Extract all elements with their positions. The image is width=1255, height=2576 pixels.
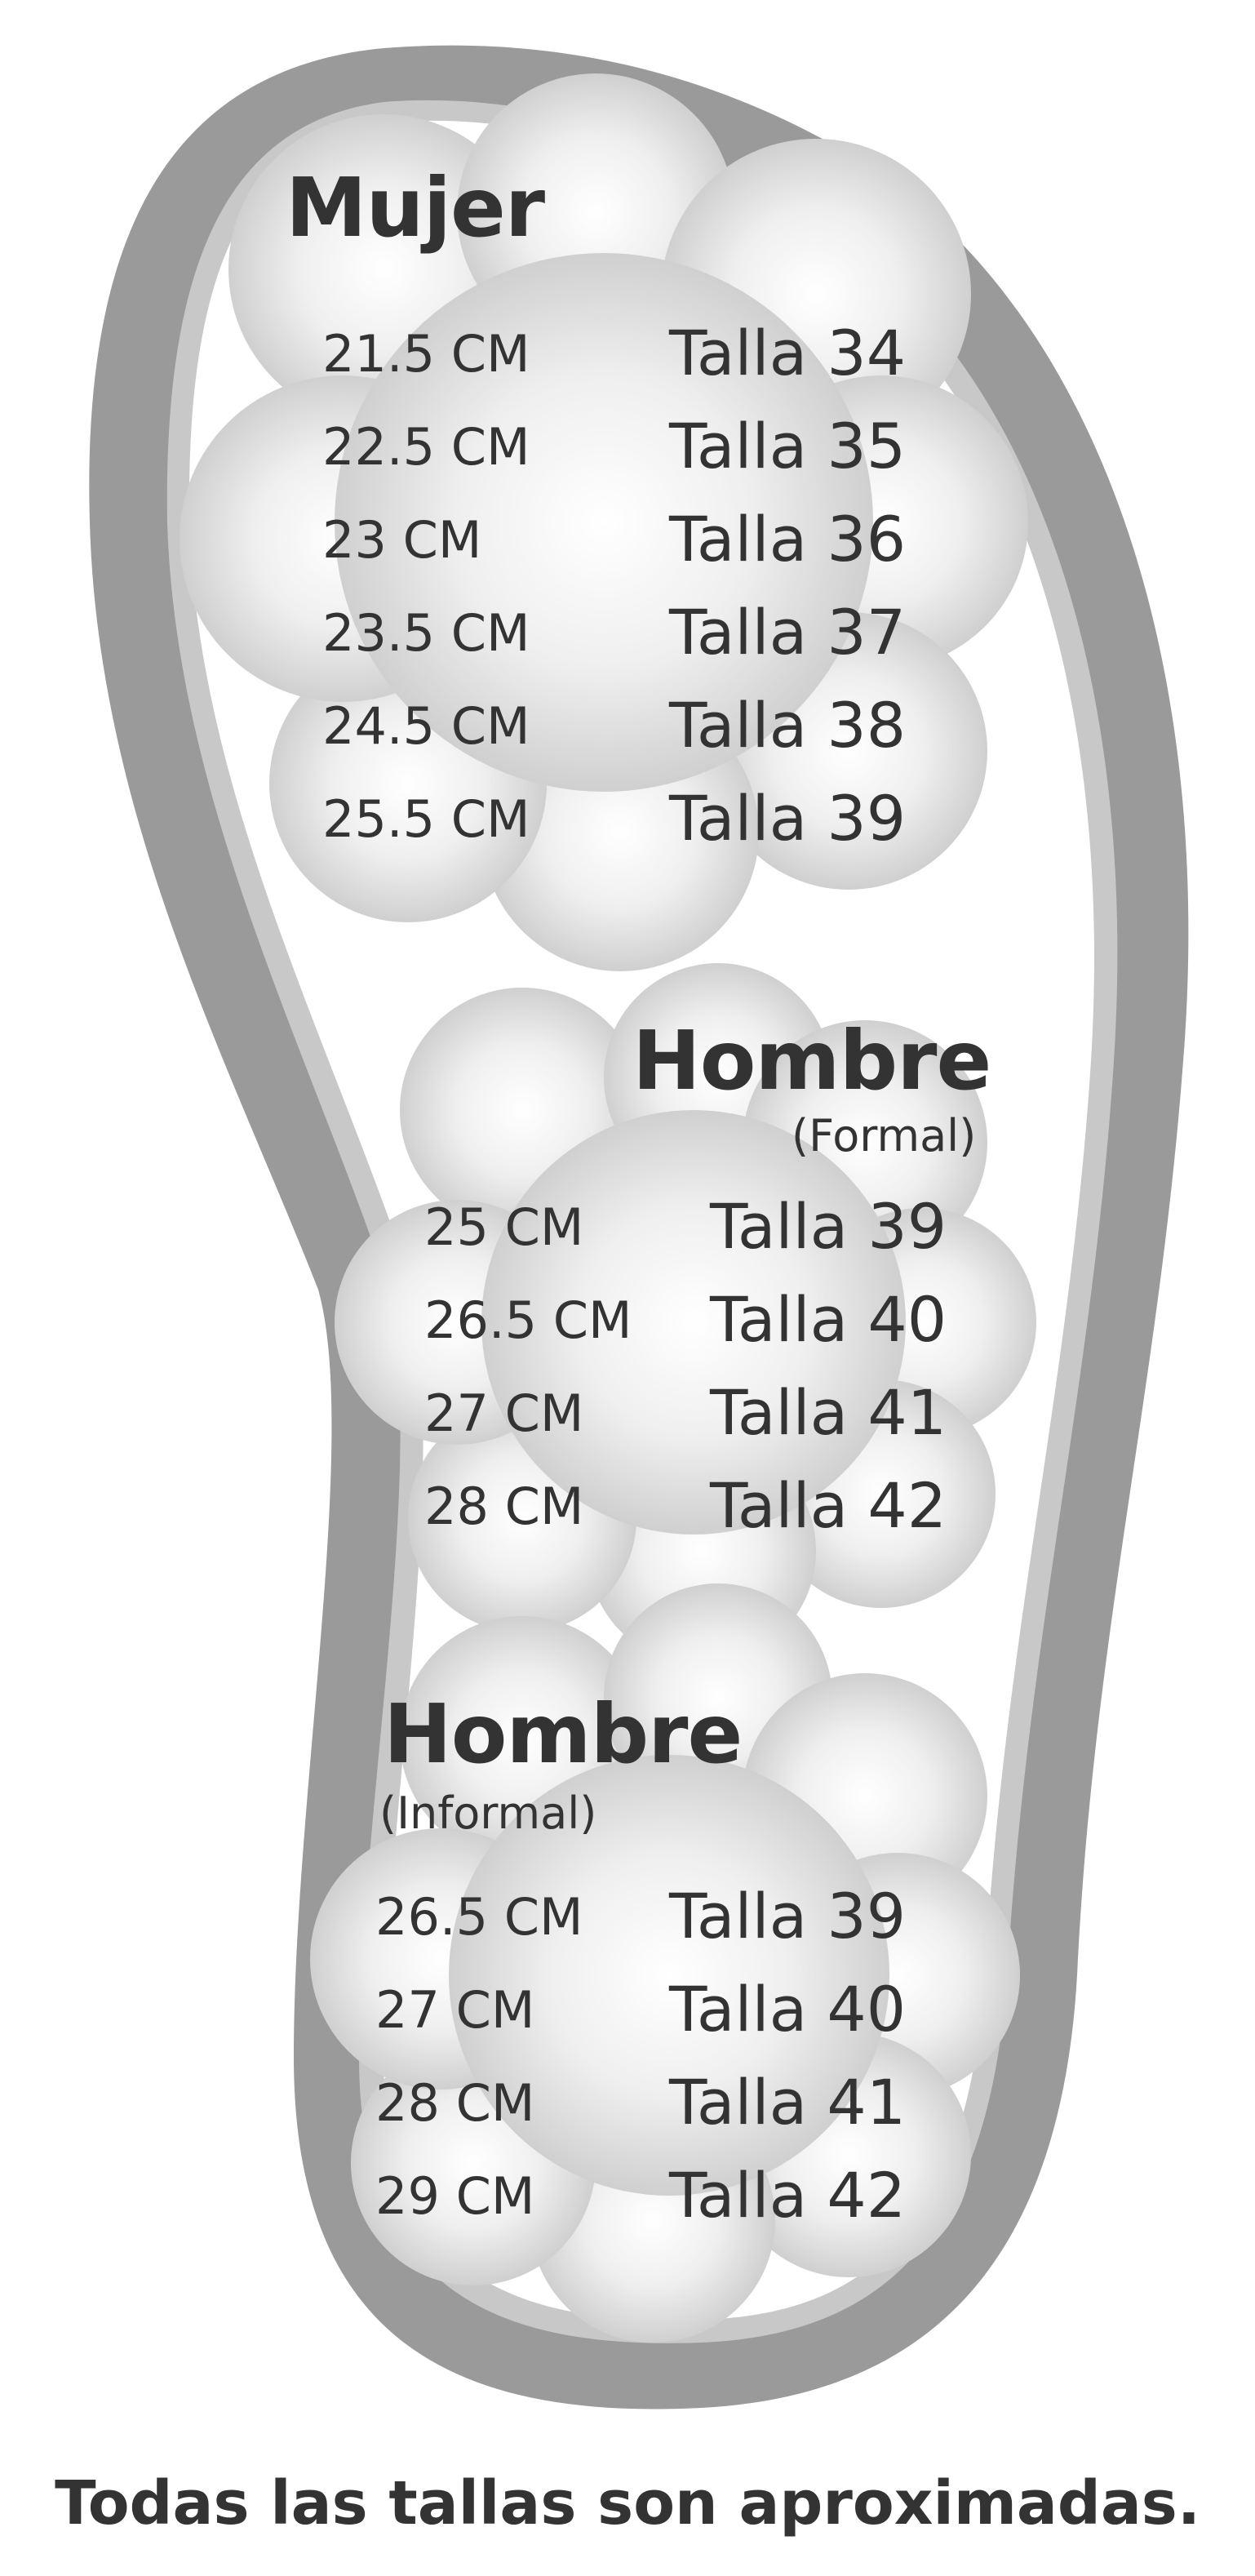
size-cm: 27 CM [424, 1383, 584, 1443]
size-talla: Talla 42 [710, 1469, 947, 1542]
size-talla: Talla 42 [669, 2159, 907, 2232]
mujer-title: Mujer [286, 160, 545, 255]
size-talla: Talla 41 [669, 2066, 907, 2139]
size-talla: Talla 35 [669, 410, 907, 482]
size-talla: Talla 37 [669, 596, 907, 668]
size-cm: 27 CM [375, 1980, 535, 2040]
shoe-sole-illustration [89, 45, 1189, 2409]
footnote: Todas las tallas son aproximadas. [55, 2468, 1200, 2538]
size-talla: Talla 40 [710, 1283, 947, 1356]
hombre-informal-subtitle: (Informal) [379, 1788, 597, 1839]
size-cm: 21.5 CM [322, 324, 530, 384]
size-cm: 22.5 CM [322, 417, 530, 477]
size-talla: Talla 36 [669, 503, 907, 575]
size-cm: 23.5 CM [322, 603, 530, 663]
size-cm: 24.5 CM [322, 696, 530, 756]
size-talla: Talla 39 [669, 1880, 907, 1952]
size-talla: Talla 39 [669, 782, 907, 855]
size-cm: 28 CM [424, 1477, 584, 1536]
size-cm: 26.5 CM [375, 1887, 583, 1947]
size-talla: Talla 39 [710, 1190, 947, 1263]
size-cm: 25 CM [424, 1197, 584, 1257]
hombre-formal-title: Hombre [632, 1013, 991, 1108]
hombre-formal-subtitle: (Formal) [792, 1110, 977, 1161]
size-talla: Talla 38 [669, 689, 907, 762]
size-cm: 28 CM [375, 2073, 535, 2133]
hombre-informal-title: Hombre [384, 1686, 743, 1782]
size-cm: 29 CM [375, 2166, 535, 2226]
size-cm: 23 CM [322, 510, 482, 570]
size-talla: Talla 41 [710, 1376, 947, 1449]
size-cm: 25.5 CM [322, 789, 530, 849]
size-talla: Talla 40 [669, 1973, 907, 2045]
size-cm: 26.5 CM [424, 1290, 632, 1350]
size-talla: Talla 34 [669, 317, 907, 389]
